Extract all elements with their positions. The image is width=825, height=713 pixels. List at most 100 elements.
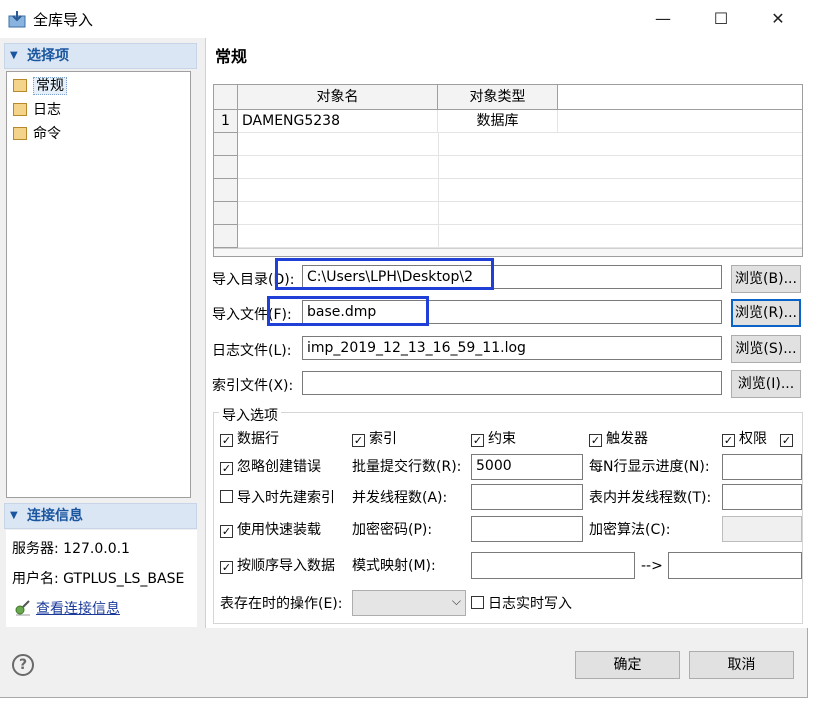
index-checkbox[interactable]: ✓ 索引 (352, 430, 397, 448)
check-icon: ✓ (589, 434, 602, 447)
batch-rows-label: 批量提交行数(R): (352, 459, 462, 475)
constraint-checkbox[interactable]: ✓ 约束 (471, 430, 516, 448)
check-icon: ✓ (722, 434, 735, 447)
connection-section-header[interactable]: ▼ 连接信息 (4, 503, 197, 529)
encrypt-password-input[interactable] (471, 516, 583, 542)
table-row[interactable]: 1 DAMENG5238 数据库 (214, 110, 802, 133)
checkbox-box (471, 596, 484, 609)
constraint-checkbox-label: 约束 (488, 431, 516, 447)
privilege-checkbox-label: 权限 (739, 431, 767, 447)
table-row[interactable] (214, 133, 802, 156)
browse-file-button[interactable]: 浏览(R)... (731, 299, 801, 327)
tree-item-label: 常规 (33, 77, 67, 95)
maximize-button[interactable]: ☐ (698, 0, 744, 38)
table-exists-select[interactable]: ⌵ (352, 590, 466, 616)
check-icon: ✓ (471, 434, 484, 447)
tree-item-command[interactable]: 命令 (13, 123, 61, 145)
row-number (214, 156, 238, 179)
tree-item-label: 日志 (33, 102, 61, 118)
log-file-input[interactable]: imp_2019_12_13_16_59_11.log (302, 336, 722, 360)
table-row[interactable] (214, 202, 802, 225)
table-cell-object-name[interactable]: DAMENG5238 (242, 110, 438, 132)
import-icon (8, 11, 26, 28)
check-icon: ✓ (220, 561, 233, 574)
trigger-checkbox-label: 触发器 (606, 431, 648, 447)
ignore-errors-label: 忽略创建错误 (237, 459, 321, 475)
minimize-button[interactable]: — (640, 0, 686, 38)
row-number: 1 (214, 110, 238, 133)
progress-every-n-input[interactable] (722, 454, 802, 480)
collapse-arrow-icon: ▼ (10, 510, 18, 521)
row-number (214, 179, 238, 202)
page-title: 常规 (215, 47, 248, 66)
checkbox-box (220, 490, 233, 503)
highlight-box (267, 296, 429, 326)
batch-rows-input[interactable]: 5000 (471, 454, 583, 480)
view-connection-link-row: 查看连接信息 (14, 598, 120, 618)
trigger-checkbox[interactable]: ✓ 触发器 (589, 430, 648, 448)
table-corner-header (214, 85, 238, 110)
cell-divider (438, 202, 439, 225)
row-number (214, 225, 238, 248)
create-index-first-checkbox[interactable]: 导入时先建索引 (220, 489, 335, 507)
privilege-checkbox[interactable]: ✓ 权限 (722, 430, 767, 448)
window-title: 全库导入 (33, 11, 94, 29)
table-row[interactable] (214, 156, 802, 179)
ordered-import-label: 按顺序导入数据 (237, 558, 335, 574)
table-row[interactable] (214, 179, 802, 202)
rows-checkbox-label: 数据行 (237, 431, 279, 447)
tree-item-general[interactable]: 常规 (13, 75, 67, 97)
options-tree: 常规 日志 命令 (6, 71, 191, 498)
table-row[interactable] (214, 225, 802, 248)
log-realtime-label: 日志实时写入 (488, 596, 572, 612)
browse-log-button[interactable]: 浏览(S)... (731, 335, 801, 363)
check-icon: ✓ (780, 434, 793, 447)
check-icon: ✓ (220, 462, 233, 475)
index-file-input[interactable] (302, 371, 722, 395)
schema-map-source-input[interactable] (471, 552, 635, 579)
connection-info-panel: 服务器: 127.0.0.1 用户名: GTPLUS_LS_BASE 查看连接信… (6, 530, 197, 627)
table-scrollbar[interactable] (214, 248, 802, 256)
schema-map-arrow: --> (641, 558, 663, 574)
check-icon: ✓ (220, 525, 233, 538)
encrypt-algorithm-select[interactable] (722, 516, 802, 542)
browse-dir-button[interactable]: 浏览(B)... (731, 265, 801, 293)
cancel-button[interactable]: 取消 (689, 651, 794, 679)
index-file-label: 索引文件(X): (212, 378, 294, 394)
extra-checkbox[interactable]: ✓ (780, 430, 797, 448)
encrypt-password-label: 加密密码(P): (352, 522, 433, 538)
view-connection-link[interactable]: 查看连接信息 (36, 601, 120, 617)
threads-input[interactable] (471, 484, 583, 510)
column-header-object-type[interactable]: 对象类型 (438, 85, 558, 110)
fast-load-checkbox[interactable]: ✓ 使用快速装载 (220, 521, 321, 539)
options-section-header[interactable]: ▼ 选择项 (4, 43, 197, 69)
ordered-import-checkbox[interactable]: ✓ 按顺序导入数据 (220, 557, 335, 575)
fast-load-label: 使用快速装载 (237, 522, 321, 538)
page-icon (13, 103, 27, 116)
log-file-label: 日志文件(L): (212, 343, 292, 359)
highlight-box (275, 258, 494, 290)
schema-map-target-input[interactable] (668, 552, 802, 579)
column-header-filler (558, 85, 802, 110)
progress-every-n-label: 每N行显示进度(N): (589, 459, 710, 475)
column-header-object-name[interactable]: 对象名 (238, 85, 438, 110)
browse-index-button[interactable]: 浏览(I)... (731, 370, 801, 398)
tree-item-log[interactable]: 日志 (13, 99, 61, 121)
threads-label: 并发线程数(A): (352, 490, 448, 506)
close-button[interactable]: ✕ (755, 0, 801, 38)
log-realtime-checkbox[interactable]: 日志实时写入 (471, 595, 572, 613)
help-icon[interactable]: ? (12, 654, 34, 676)
cell-divider (438, 156, 439, 179)
connection-header-label: 连接信息 (27, 508, 83, 524)
cell-divider (438, 225, 439, 248)
table-cell-object-type[interactable]: 数据库 (438, 110, 558, 132)
ignore-errors-checkbox[interactable]: ✓ 忽略创建错误 (220, 458, 321, 476)
options-header-label: 选择项 (27, 48, 69, 64)
title-bar: 全库导入 — ☐ ✕ (0, 0, 808, 38)
rows-checkbox[interactable]: ✓ 数据行 (220, 430, 279, 448)
ok-button[interactable]: 确定 (575, 651, 680, 679)
encrypt-algorithm-label: 加密算法(C): (589, 522, 671, 538)
objects-table: 对象名 对象类型 1 DAMENG5238 数据库 (213, 84, 803, 257)
table-threads-input[interactable] (722, 484, 802, 510)
check-icon: ✓ (220, 434, 233, 447)
